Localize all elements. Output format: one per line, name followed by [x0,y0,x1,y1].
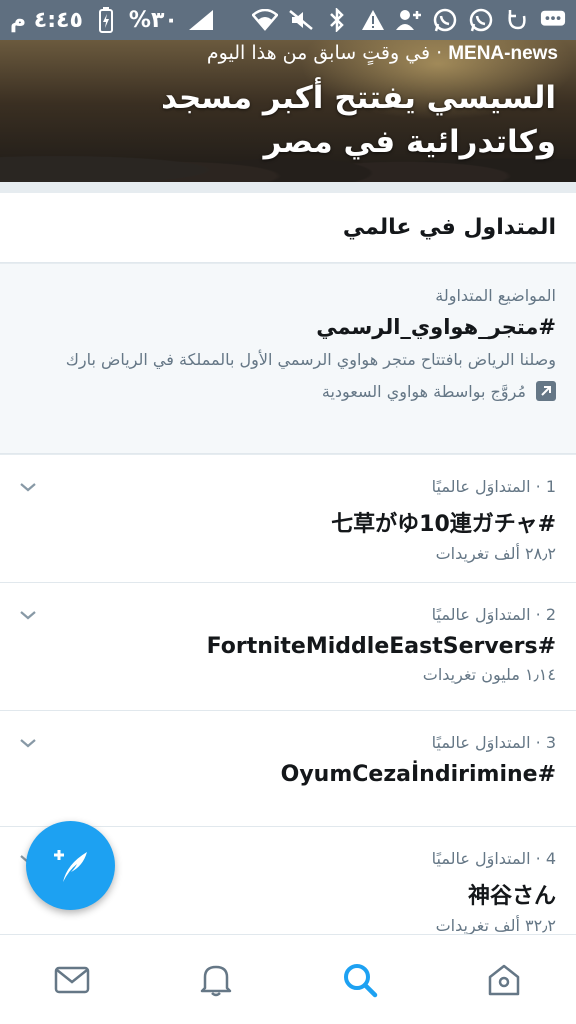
nav-home[interactable] [468,950,540,1010]
hero-meta: MENA-news · في وقتٍ سابق من هذا اليوم [18,42,558,65]
bell-icon [200,965,232,996]
chevron-down-icon[interactable] [18,733,38,753]
trend-name: #OyumCezaİndirimine [280,762,556,787]
bluetooth-icon [324,7,350,33]
trend-meta: 2 · المتداوَل عالميًا [431,605,556,624]
trend-meta: 1 · المتداوَل عالميًا [431,477,556,496]
message-icon [540,7,566,33]
promoted-hashtag: #متجر_هواوي_الرسمي [316,315,556,339]
hero-source: MENA-news [448,43,558,64]
mail-icon [54,966,90,993]
chevron-down-icon[interactable] [18,605,38,625]
nav-search[interactable] [324,950,396,1010]
clock: ٤:٤٥ م [10,7,83,33]
nav-notifications[interactable] [180,950,252,1010]
add-contact-icon [396,7,422,33]
trend-count: ٢٨٫٢ ألف تغريدات [435,544,556,563]
alert-icon [360,7,386,33]
home-icon [488,964,520,995]
refresh-icon [504,7,530,33]
search-icon [344,963,378,997]
whatsapp-icon-2 [468,7,494,33]
trend-meta: 3 · المتداوَل عالميًا [431,733,556,752]
battery-percent: %٣٠ [128,7,178,33]
hero-time: · في وقتٍ سابق من هذا اليوم [206,42,449,64]
bottom-nav [0,934,576,1024]
trend-name: #FortniteMiddleEastServers [206,634,556,659]
promoted-arrow-icon [536,381,556,401]
trend-item[interactable]: 2 · المتداوَل عالميًا #FortniteMiddleEas… [0,583,576,711]
compose-feather-icon [53,849,87,882]
hero-title: السيسي يفتتح أكبر مسجد وكاتدرائية في مصر [161,80,556,160]
compose-tweet-button[interactable] [26,821,115,910]
twitter-trends-screen: ٤:٤٥ م %٣٠ MENA-news · في وقتٍ سابق من ه… [0,0,576,1024]
trends-header-title: المتداول في عالمي [342,215,556,240]
whatsapp-icon [432,7,458,33]
wifi-icon [252,7,278,33]
battery-icon [93,7,119,33]
mute-icon [288,7,314,33]
promoted-by-row: مُروَّج بواسطة هواوي السعودية [20,381,556,401]
signal-icon [188,7,214,33]
chevron-down-icon[interactable] [18,477,38,497]
status-bar-left: ٤:٤٥ م %٣٠ [10,7,214,33]
trend-count: ١٫١٤ مليون تغريدات [422,665,556,684]
status-bar: ٤:٤٥ م %٣٠ [0,0,576,40]
promoted-by-text: مُروَّج بواسطة هواوي السعودية [321,381,526,401]
trend-name: #七草がゆ10連ガチャ [331,512,556,537]
promoted-label: المواضيع المتداولة [435,286,556,305]
moment-hero[interactable]: MENA-news · في وقتٍ سابق من هذا اليوم ال… [0,40,576,182]
trend-count: ٣٢٫٢ ألف تغريدات [435,916,556,935]
nav-messages[interactable] [36,950,108,1010]
promoted-description: وصلنا الرياض بافتتاح متجر هواوي الرسمي ا… [65,350,556,369]
trend-item[interactable]: 3 · المتداوَل عالميًا #OyumCezaİndirimin… [0,711,576,827]
trend-item[interactable]: 1 · المتداوَل عالميًا #七草がゆ10連ガチャ ٢٨٫٢ أ… [0,455,576,583]
promoted-trend[interactable]: المواضيع المتداولة #متجر_هواوي_الرسمي وص… [0,264,576,454]
trends-header: المتداول في عالمي [0,193,576,263]
status-bar-right [252,7,566,33]
